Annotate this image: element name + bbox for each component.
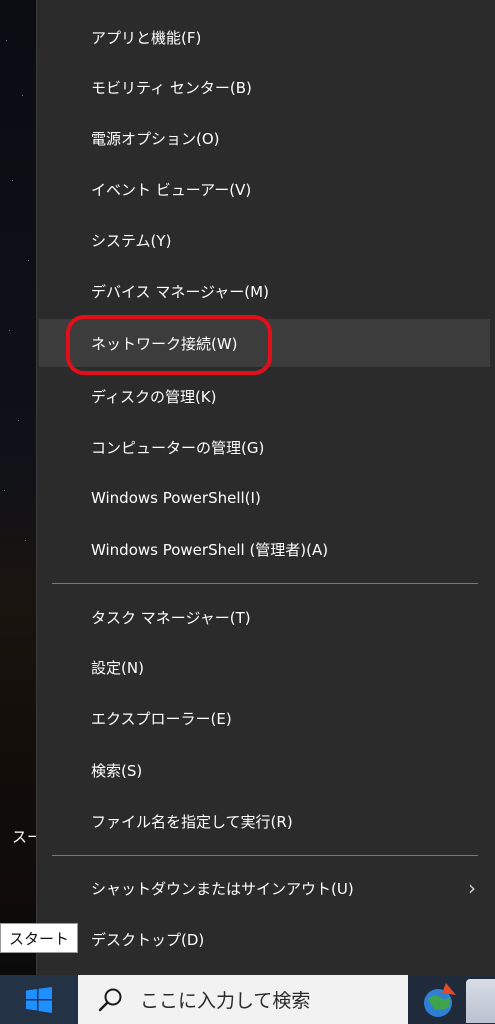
menu-item-apps-features[interactable]: アプリと機能(F) xyxy=(39,13,490,61)
menu-item-label: モビリティ センター(B) xyxy=(91,78,252,97)
start-tooltip: スタート xyxy=(0,923,79,953)
menu-item-shutdown-signout[interactable]: シャットダウンまたはサインアウト(U) › xyxy=(39,864,490,912)
menu-item-system[interactable]: システム(Y) xyxy=(39,216,490,264)
menu-item-label: 検索(S) xyxy=(91,761,143,780)
menu-item-label: ネットワーク接続(W) xyxy=(91,334,238,353)
search-placeholder: ここに入力して検索 xyxy=(140,990,311,1012)
menu-item-label: シャットダウンまたはサインアウト(U) xyxy=(91,879,354,898)
menu-item-label: システム(Y) xyxy=(91,231,172,250)
chevron-right-icon: › xyxy=(468,876,476,900)
menu-item-label: ファイル名を指定して実行(R) xyxy=(91,812,293,831)
menu-item-powershell[interactable]: Windows PowerShell(I) xyxy=(39,474,490,522)
menu-item-label: Windows PowerShell(I) xyxy=(91,489,261,507)
menu-item-network-connections[interactable]: ネットワーク接続(W) xyxy=(39,319,490,367)
winx-context-menu: アプリと機能(F) モビリティ センター(B) 電源オプション(O) イベント … xyxy=(36,0,495,975)
menu-item-mobility-center[interactable]: モビリティ センター(B) xyxy=(39,63,490,111)
menu-item-device-manager[interactable]: デバイス マネージャー(M) xyxy=(39,267,490,315)
menu-item-explorer[interactable]: エクスプローラー(E) xyxy=(39,694,490,742)
search-icon xyxy=(98,988,122,1011)
menu-item-disk-management[interactable]: ディスクの管理(K) xyxy=(39,372,490,420)
menu-item-computer-management[interactable]: コンピューターの管理(G) xyxy=(39,423,490,471)
menu-separator xyxy=(52,855,478,856)
start-button[interactable] xyxy=(0,975,78,1024)
menu-item-label: イベント ビューアー(V) xyxy=(91,180,252,199)
taskbar-search-box[interactable]: ここに入力して検索 xyxy=(78,975,408,1024)
menu-item-powershell-admin[interactable]: Windows PowerShell (管理者)(A) xyxy=(39,525,490,573)
app-icon[interactable] xyxy=(466,979,495,1023)
menu-item-power-options[interactable]: 電源オプション(O) xyxy=(39,114,490,162)
menu-item-label: アプリと機能(F) xyxy=(91,28,202,47)
menu-item-search[interactable]: 検索(S) xyxy=(39,746,490,794)
menu-separator xyxy=(52,583,478,584)
taskbar: ここに入力して検索 xyxy=(0,975,495,1024)
menu-item-label: Windows PowerShell (管理者)(A) xyxy=(91,540,329,559)
menu-item-label: ディスクの管理(K) xyxy=(91,387,217,406)
menu-item-event-viewer[interactable]: イベント ビューアー(V) xyxy=(39,165,490,213)
menu-item-label: タスク マネージャー(T) xyxy=(91,608,251,627)
globe-app-icon[interactable] xyxy=(420,981,460,1021)
menu-item-label: デバイス マネージャー(M) xyxy=(91,282,269,301)
menu-item-task-manager[interactable]: タスク マネージャー(T) xyxy=(39,593,490,641)
menu-item-label: 設定(N) xyxy=(91,658,144,677)
menu-item-desktop[interactable]: デスクトップ(D) xyxy=(39,915,490,963)
menu-item-label: エクスプローラー(E) xyxy=(91,709,232,728)
menu-item-run[interactable]: ファイル名を指定して実行(R) xyxy=(39,797,490,845)
menu-item-settings[interactable]: 設定(N) xyxy=(39,643,490,691)
menu-item-label: コンピューターの管理(G) xyxy=(91,438,265,457)
menu-item-label: 電源オプション(O) xyxy=(91,129,220,148)
windows-logo-icon xyxy=(26,986,52,1013)
